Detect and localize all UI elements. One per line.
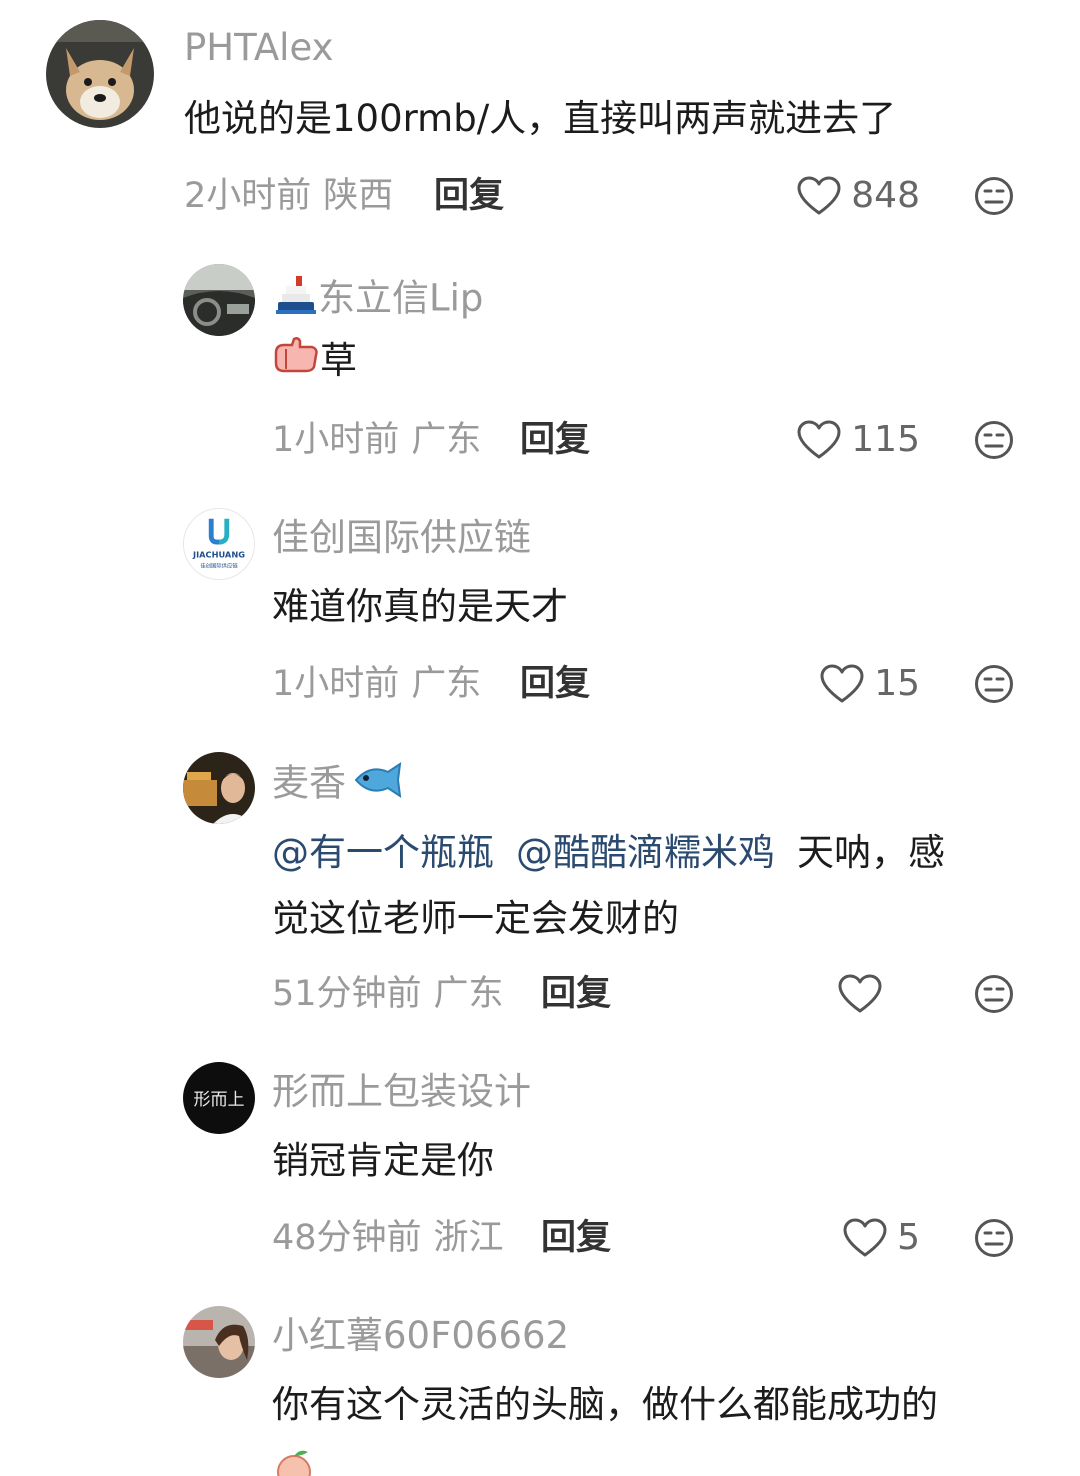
meh-face-icon [975, 665, 1013, 703]
dog-avatar-image [46, 20, 154, 128]
heart-icon [843, 1218, 887, 1258]
fish-icon [350, 760, 404, 810]
mention-link[interactable]: @有一个瓶瓶 [272, 831, 494, 874]
comment-text: 你有这个灵活的头脑，做什么都能成功的 [272, 1383, 938, 1426]
dislike-button[interactable] [974, 974, 1014, 1014]
reply-button[interactable]: 回复 [541, 972, 611, 1016]
meh-face-icon [975, 177, 1013, 215]
username-text: 麦香 [272, 761, 346, 805]
comment-text-content: 天呐，感 [797, 831, 945, 874]
location: 浙江 [433, 1218, 504, 1258]
avatar[interactable]: 形而上 [183, 1062, 255, 1134]
username[interactable]: PHTAlex [184, 26, 333, 70]
logo-text: 形而上 [194, 1090, 245, 1110]
username[interactable]: 佳创国际供应链 [272, 516, 531, 560]
like-button[interactable] [838, 972, 892, 1016]
username[interactable]: 东立信Lip [272, 272, 483, 328]
meh-face-icon [975, 421, 1013, 459]
comment-text: 难道你真的是天才 [272, 585, 568, 628]
comment-text-line2: 觉这位老师一定会发财的 [272, 897, 679, 940]
username[interactable]: 小红薯60F06662 [272, 1314, 569, 1358]
location: 广东 [433, 974, 504, 1014]
comment-text: 他说的是100rmb/人，直接叫两声就进去了 [184, 97, 897, 140]
like-button[interactable]: 848 [797, 174, 920, 218]
heart-icon [797, 420, 841, 460]
avatar[interactable] [183, 264, 255, 336]
comment-text: 销冠肯定是你 [272, 1139, 494, 1182]
timestamp: 1小时前 [272, 664, 400, 704]
comment-meta: 1小时前 广东 [272, 662, 481, 706]
timestamp: 48分钟前 [272, 1218, 422, 1258]
thumbs-up-icon [272, 330, 320, 396]
location: 广东 [411, 420, 482, 460]
comment-meta: 2小时前 陕西 [184, 174, 393, 218]
reply-button[interactable]: 回复 [520, 418, 590, 462]
dislike-button[interactable] [974, 420, 1014, 460]
comment-meta: 48分钟前 浙江 [272, 1216, 504, 1260]
mention-link[interactable]: @酷酷滴糯米鸡 [516, 831, 775, 874]
avatar[interactable] [183, 1306, 255, 1378]
like-button[interactable]: 15 [820, 662, 920, 706]
comment-meta: 51分钟前 广东 [272, 972, 504, 1016]
timestamp: 51分钟前 [272, 974, 422, 1014]
username[interactable]: 麦香 [272, 760, 404, 810]
timestamp: 1小时前 [272, 420, 400, 460]
meh-face-icon [975, 1219, 1013, 1257]
comment-text-content: 草 [320, 339, 357, 382]
heart-icon [838, 974, 882, 1014]
username-text: 东立信Lip [318, 276, 484, 320]
jiachuang-logo-avatar: JIACHUANG 佳创国际供应链 [184, 509, 254, 579]
timestamp: 2小时前 [184, 176, 312, 216]
dislike-button[interactable] [974, 664, 1014, 704]
username[interactable]: 形而上包装设计 [272, 1070, 531, 1114]
avatar[interactable] [46, 20, 154, 128]
car-interior-avatar-image [183, 264, 255, 336]
reply-button[interactable]: 回复 [434, 174, 504, 218]
like-count: 848 [851, 175, 920, 216]
logo-subtext: 佳创国际供应链 [200, 561, 238, 569]
reply-button[interactable]: 回复 [541, 1216, 611, 1260]
like-count: 15 [874, 663, 920, 704]
like-count: 115 [851, 419, 920, 460]
avatar[interactable] [183, 752, 255, 824]
comment-text: @有一个瓶瓶 @酷酷滴糯米鸡 天呐，感 [272, 820, 945, 886]
peach-emoji-icon [272, 1444, 316, 1476]
dislike-button[interactable] [974, 176, 1014, 216]
dislike-button[interactable] [974, 1218, 1014, 1258]
location: 广东 [411, 664, 482, 704]
ship-icon [272, 272, 318, 328]
portrait-avatar-image [183, 752, 255, 824]
location: 陕西 [323, 176, 394, 216]
portrait-avatar-image [183, 1306, 255, 1378]
heart-icon [820, 664, 864, 704]
like-button[interactable]: 5 [843, 1216, 920, 1260]
reply-button[interactable]: 回复 [520, 662, 590, 706]
like-count: 5 [897, 1217, 920, 1258]
comment-meta: 1小时前 广东 [272, 418, 481, 462]
meh-face-icon [975, 975, 1013, 1013]
avatar[interactable]: JIACHUANG 佳创国际供应链 [183, 508, 255, 580]
xingershang-logo-avatar: 形而上 [183, 1062, 255, 1134]
like-button[interactable]: 115 [797, 418, 920, 462]
comment-text: 草 [272, 328, 357, 396]
heart-icon [797, 176, 841, 216]
logo-text: JIACHUANG [192, 550, 245, 560]
